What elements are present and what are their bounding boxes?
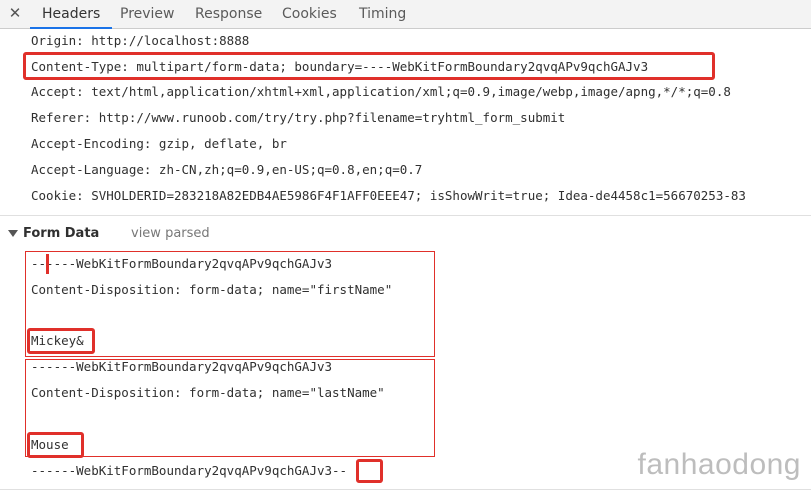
form-data-title: Form Data bbox=[23, 226, 100, 241]
view-parsed-link[interactable]: view parsed bbox=[131, 224, 210, 244]
header-accept-language: Accept-Language: zh-CN,zh;q=0.9,en-US;q=… bbox=[31, 162, 423, 177]
tab-preview[interactable]: Preview bbox=[120, 0, 175, 28]
tab-headers[interactable]: Headers bbox=[29, 0, 113, 29]
header-referer: Referer: http://www.runoob.com/try/try.p… bbox=[31, 110, 566, 125]
part2-boundary: ------WebKitFormBoundary2qvqAPv9qchGAJv3 bbox=[31, 359, 333, 374]
tab-cookies[interactable]: Cookies bbox=[282, 0, 337, 28]
text-cursor-marker bbox=[46, 254, 49, 274]
lastname-value-highlight bbox=[27, 432, 84, 458]
part2-disposition: Content-Disposition: form-data; name="la… bbox=[31, 385, 385, 400]
header-cookie: Cookie: SVHOLDERID=283218A82EDB4AE5986F4… bbox=[31, 188, 746, 203]
closing-dashes-highlight bbox=[356, 459, 383, 483]
header-accept-encoding: Accept-Encoding: gzip, deflate, br bbox=[31, 136, 287, 151]
tab-timing[interactable]: Timing bbox=[359, 0, 406, 28]
firstname-value-highlight bbox=[27, 328, 95, 354]
closing-boundary: ------WebKitFormBoundary2qvqAPv9qchGAJv3… bbox=[31, 463, 348, 478]
devtools-tab-bar: ✕ Headers Preview Response Cookies Timin… bbox=[0, 0, 811, 29]
expand-triangle-icon bbox=[8, 230, 18, 237]
watermark-text: fanhaodong bbox=[637, 448, 801, 481]
part1-boundary: ------WebKitFormBoundary2qvqAPv9qchGAJv3 bbox=[31, 256, 333, 271]
header-accept: Accept: text/html,application/xhtml+xml,… bbox=[31, 84, 731, 99]
content-type-highlight bbox=[23, 52, 715, 80]
section-divider bbox=[0, 215, 811, 216]
close-icon[interactable]: ✕ bbox=[8, 4, 22, 22]
tab-response[interactable]: Response bbox=[195, 0, 262, 28]
bottom-divider bbox=[0, 489, 811, 490]
header-origin: Origin: http://localhost:8888 bbox=[31, 33, 250, 48]
form-data-toggle[interactable]: Form Data bbox=[8, 224, 99, 244]
part1-disposition: Content-Disposition: form-data; name="fi… bbox=[31, 282, 393, 297]
